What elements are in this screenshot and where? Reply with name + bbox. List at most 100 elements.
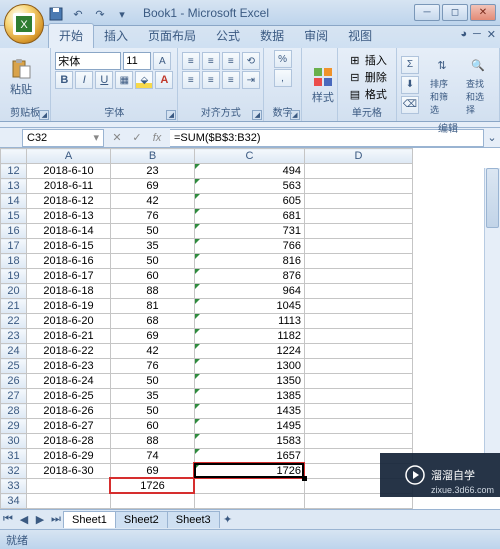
font-color-button[interactable]: A bbox=[155, 71, 173, 89]
comma-icon[interactable]: , bbox=[274, 69, 292, 87]
office-button[interactable]: X bbox=[4, 4, 44, 44]
table-row[interactable]: 262018-6-24501350 bbox=[1, 374, 413, 389]
save-icon[interactable] bbox=[48, 6, 64, 22]
sheet-tab-1[interactable]: Sheet1 bbox=[63, 511, 116, 528]
cell[interactable]: 42 bbox=[111, 194, 195, 209]
tab-view[interactable]: 视图 bbox=[338, 24, 382, 48]
cell[interactable] bbox=[305, 419, 413, 434]
fill-icon[interactable]: ⬇ bbox=[401, 76, 419, 94]
table-row[interactable]: 152018-6-1376681 bbox=[1, 209, 413, 224]
cell[interactable]: 88 bbox=[111, 284, 195, 299]
row-header[interactable]: 22 bbox=[1, 314, 27, 329]
cell[interactable] bbox=[305, 239, 413, 254]
ribbon-close-icon[interactable]: ✕ bbox=[487, 28, 496, 41]
cell[interactable]: 23 bbox=[111, 164, 195, 179]
cell[interactable]: 1224 bbox=[195, 344, 305, 359]
cell[interactable]: 2018-6-11 bbox=[27, 179, 111, 194]
cell[interactable] bbox=[27, 479, 111, 494]
font-name-select[interactable] bbox=[55, 52, 121, 70]
cell[interactable]: 2018-6-25 bbox=[27, 389, 111, 404]
row-header[interactable]: 17 bbox=[1, 239, 27, 254]
table-row[interactable]: 202018-6-1888964 bbox=[1, 284, 413, 299]
table-row[interactable]: 212018-6-19811045 bbox=[1, 299, 413, 314]
cell[interactable]: 1350 bbox=[195, 374, 305, 389]
cell[interactable]: 1495 bbox=[195, 419, 305, 434]
cell[interactable] bbox=[305, 179, 413, 194]
cell[interactable]: 60 bbox=[111, 419, 195, 434]
row-header[interactable]: 30 bbox=[1, 434, 27, 449]
row-header[interactable]: 16 bbox=[1, 224, 27, 239]
row-header[interactable]: 29 bbox=[1, 419, 27, 434]
cell[interactable] bbox=[195, 479, 305, 494]
col-header-a[interactable]: A bbox=[27, 149, 111, 164]
row-header[interactable]: 31 bbox=[1, 449, 27, 464]
cell[interactable]: 1583 bbox=[195, 434, 305, 449]
tab-formulas[interactable]: 公式 bbox=[206, 24, 250, 48]
row-header[interactable]: 27 bbox=[1, 389, 27, 404]
cell[interactable]: 50 bbox=[111, 404, 195, 419]
paste-button[interactable]: 粘贴 bbox=[4, 54, 38, 100]
font-dialog-icon[interactable]: ◢ bbox=[166, 110, 176, 120]
row-header[interactable]: 12 bbox=[1, 164, 27, 179]
cell[interactable]: 69 bbox=[111, 329, 195, 344]
underline-button[interactable]: U bbox=[95, 71, 113, 89]
table-row[interactable]: 312018-6-29741657 bbox=[1, 449, 413, 464]
table-row[interactable]: 331726 bbox=[1, 479, 413, 494]
col-header-c[interactable]: C bbox=[195, 149, 305, 164]
cell[interactable]: 2018-6-14 bbox=[27, 224, 111, 239]
tab-review[interactable]: 审阅 bbox=[294, 24, 338, 48]
cell[interactable]: 2018-6-23 bbox=[27, 359, 111, 374]
cell[interactable]: 68 bbox=[111, 314, 195, 329]
row-header[interactable]: 34 bbox=[1, 494, 27, 509]
cell[interactable]: 76 bbox=[111, 209, 195, 224]
row-header[interactable]: 20 bbox=[1, 284, 27, 299]
align-bottom-icon[interactable]: ≡ bbox=[222, 52, 240, 70]
qat-dropdown-icon[interactable]: ▾ bbox=[114, 6, 130, 22]
table-row[interactable]: 222018-6-20681113 bbox=[1, 314, 413, 329]
cell[interactable]: 2018-6-18 bbox=[27, 284, 111, 299]
italic-button[interactable]: I bbox=[75, 71, 93, 89]
fill-handle[interactable] bbox=[302, 476, 307, 481]
vertical-scrollbar[interactable] bbox=[484, 168, 500, 453]
cancel-formula-icon[interactable]: ✕ bbox=[108, 129, 126, 147]
bold-button[interactable]: B bbox=[55, 71, 73, 89]
cell[interactable]: 50 bbox=[111, 254, 195, 269]
cell[interactable]: 42 bbox=[111, 344, 195, 359]
enter-formula-icon[interactable]: ✓ bbox=[128, 129, 146, 147]
cell[interactable] bbox=[305, 314, 413, 329]
cell[interactable] bbox=[305, 374, 413, 389]
cell[interactable]: 74 bbox=[111, 449, 195, 464]
cell[interactable]: 816 bbox=[195, 254, 305, 269]
cell[interactable] bbox=[305, 404, 413, 419]
sort-filter-button[interactable]: ⇅ 排序和筛选 bbox=[425, 50, 459, 119]
tab-page-layout[interactable]: 页面布局 bbox=[138, 24, 206, 48]
tab-home[interactable]: 开始 bbox=[48, 23, 94, 48]
cell[interactable]: 88 bbox=[111, 434, 195, 449]
cell[interactable]: 876 bbox=[195, 269, 305, 284]
cell[interactable]: 69 bbox=[111, 179, 195, 194]
table-row[interactable]: 322018-6-30691726 bbox=[1, 464, 413, 479]
cell[interactable] bbox=[305, 209, 413, 224]
cell[interactable]: 50 bbox=[111, 374, 195, 389]
font-size-select[interactable] bbox=[123, 52, 151, 70]
cell[interactable]: 2018-6-17 bbox=[27, 269, 111, 284]
row-header[interactable]: 28 bbox=[1, 404, 27, 419]
cell[interactable] bbox=[305, 389, 413, 404]
align-left-icon[interactable]: ≡ bbox=[182, 71, 200, 89]
cell[interactable]: 1300 bbox=[195, 359, 305, 374]
cell[interactable]: 1726 bbox=[195, 464, 305, 479]
cell[interactable]: 1182 bbox=[195, 329, 305, 344]
sheet-nav-next-icon[interactable]: ▶ bbox=[32, 512, 48, 528]
cell[interactable]: 964 bbox=[195, 284, 305, 299]
cell[interactable]: 81 bbox=[111, 299, 195, 314]
cell[interactable]: 2018-6-16 bbox=[27, 254, 111, 269]
row-header[interactable]: 13 bbox=[1, 179, 27, 194]
align-top-icon[interactable]: ≡ bbox=[182, 52, 200, 70]
row-header[interactable]: 14 bbox=[1, 194, 27, 209]
table-row[interactable]: 162018-6-1450731 bbox=[1, 224, 413, 239]
sheet-nav-prev-icon[interactable]: ◀ bbox=[16, 512, 32, 528]
cell[interactable]: 35 bbox=[111, 239, 195, 254]
table-row[interactable]: 242018-6-22421224 bbox=[1, 344, 413, 359]
cell[interactable]: 76 bbox=[111, 359, 195, 374]
cell[interactable]: 2018-6-19 bbox=[27, 299, 111, 314]
